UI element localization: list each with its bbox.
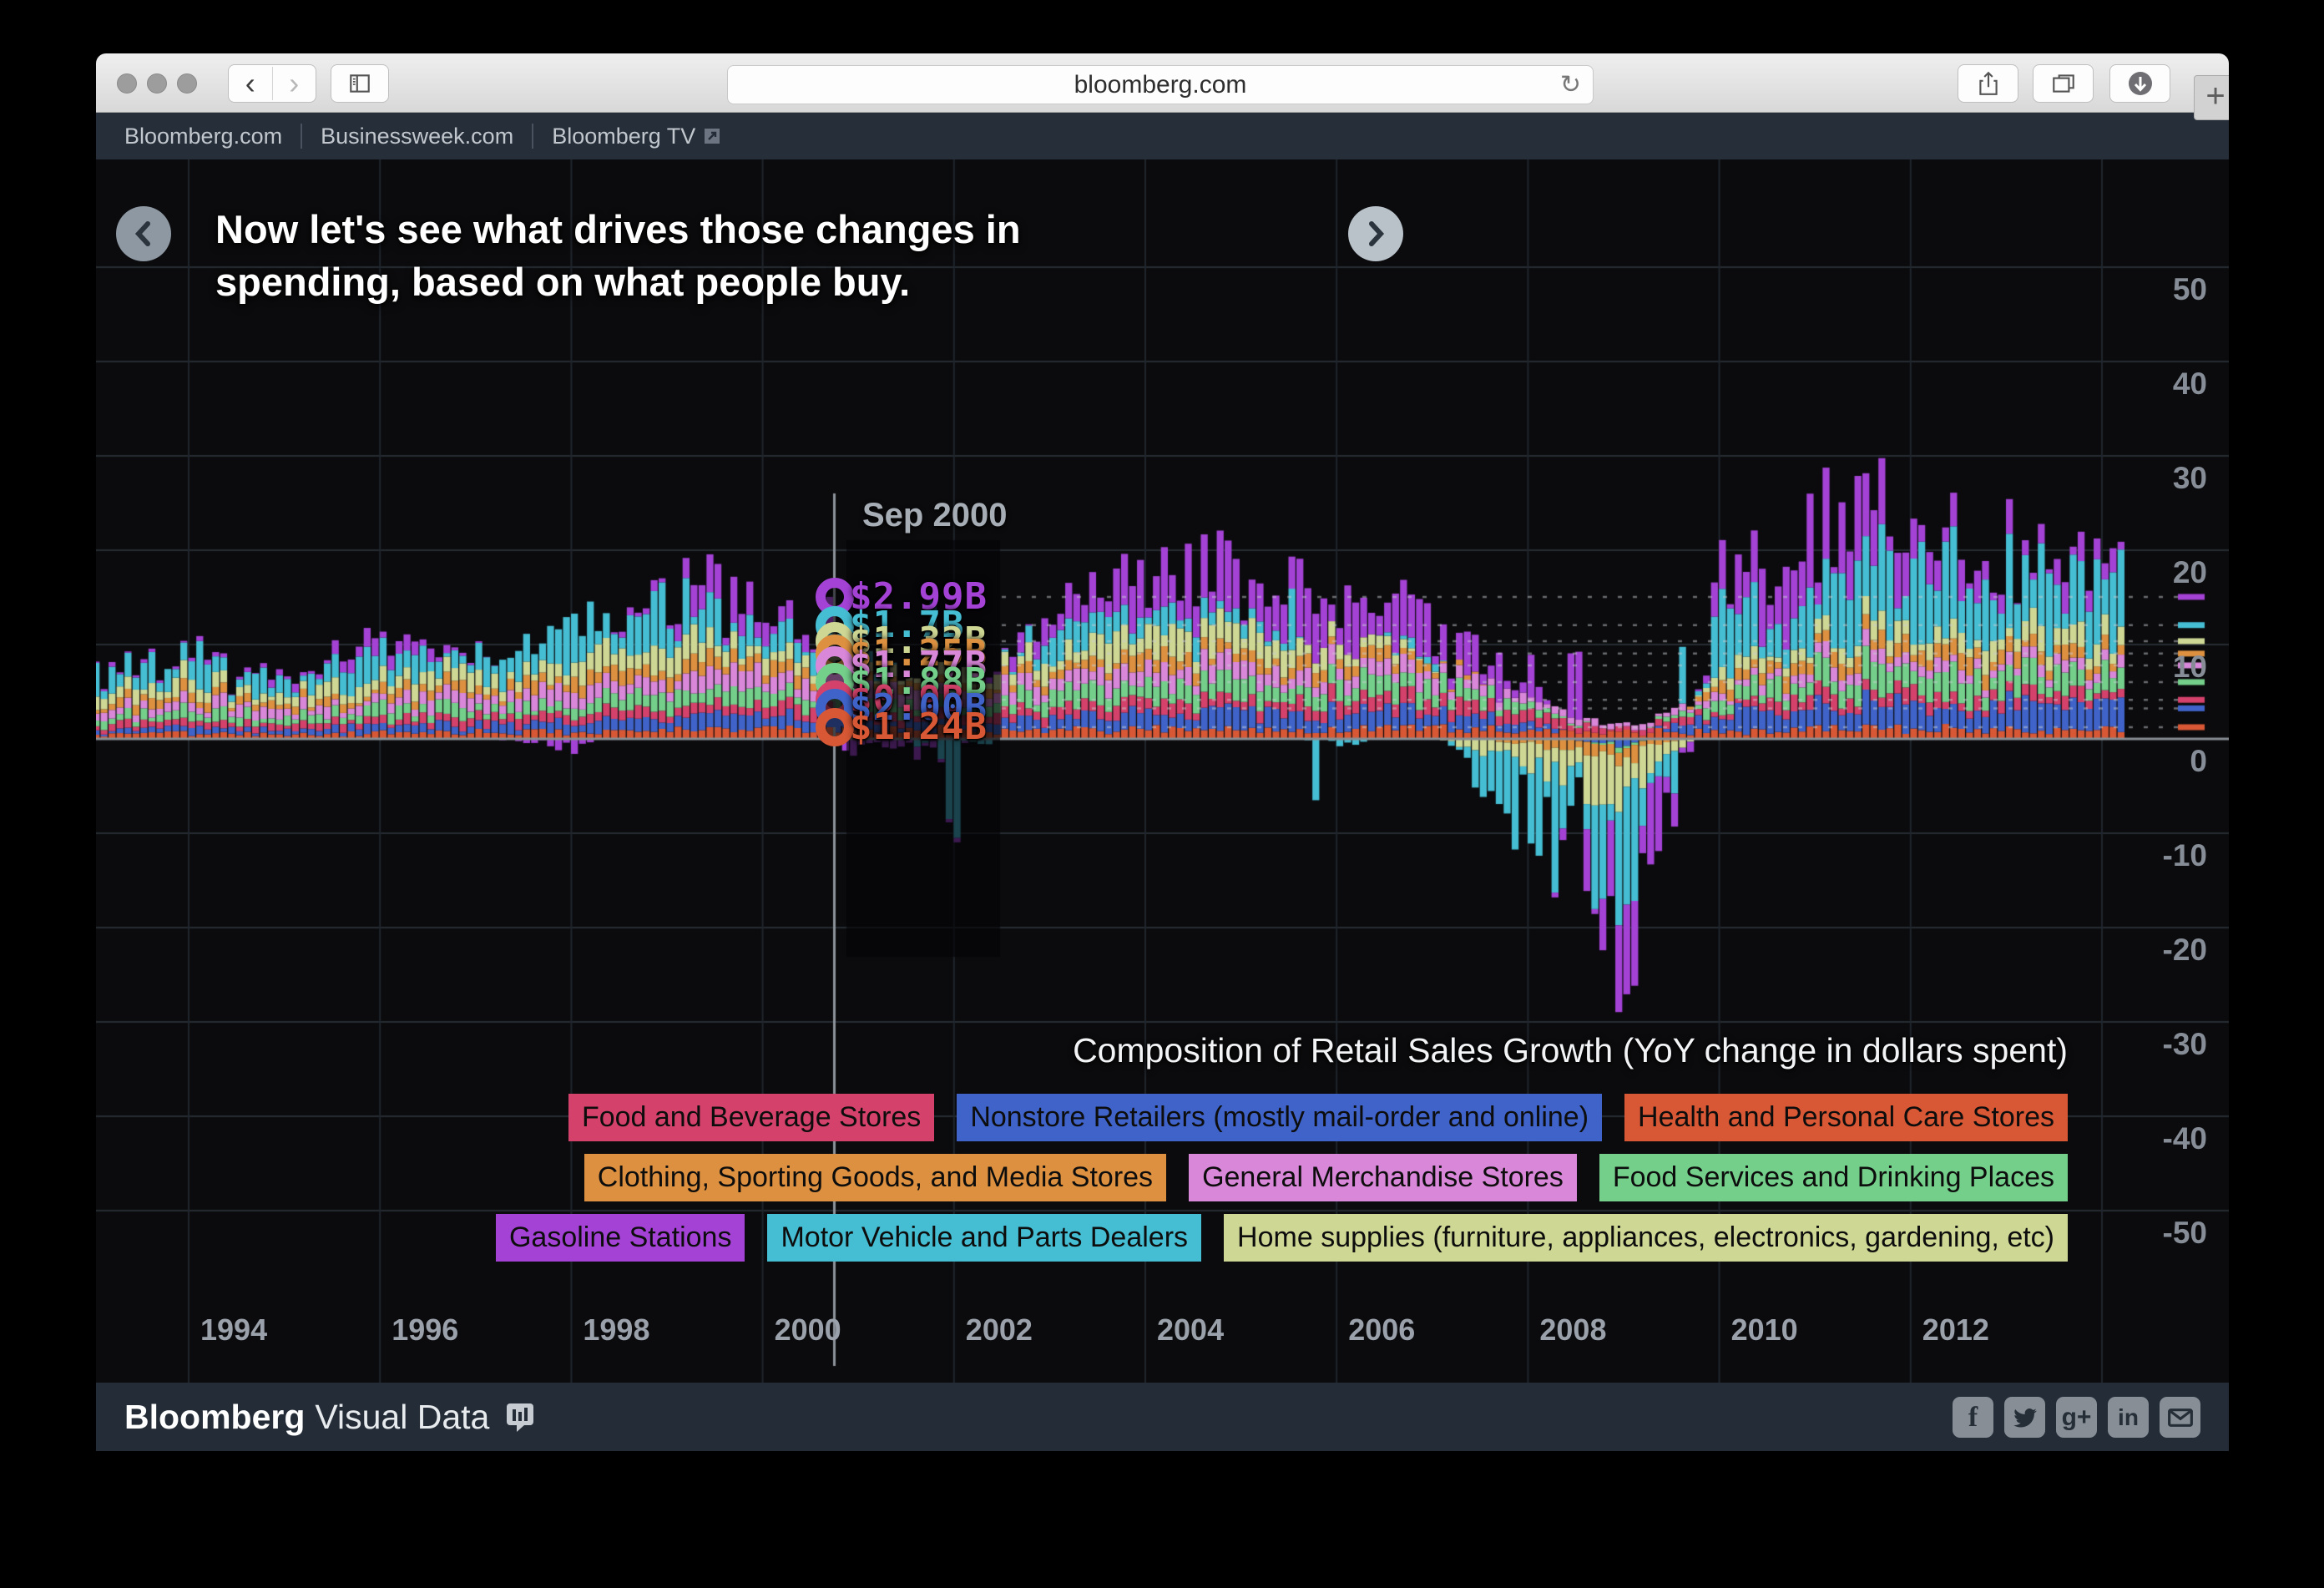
legend-chip-health-and[interactable]: Health and Personal Care Stores bbox=[1624, 1094, 2068, 1141]
tabs-icon bbox=[2050, 71, 2077, 96]
tooltip-date: Sep 2000 bbox=[862, 497, 1007, 534]
downloads-button[interactable] bbox=[2109, 64, 2170, 103]
social-links: f g+ in bbox=[1953, 1397, 2200, 1438]
x-axis-tick-label: 2008 bbox=[1539, 1312, 1606, 1348]
legend-chip-clothing-sporting[interactable]: Clothing, Sporting Goods, and Media Stor… bbox=[584, 1154, 1166, 1201]
tooltip-value-health: $1.24B bbox=[850, 705, 988, 748]
legend-chip-nonstore-retailers[interactable]: Nonstore Retailers (mostly mail-order an… bbox=[957, 1094, 1602, 1141]
y-axis-tick-label: 40 bbox=[2173, 367, 2207, 402]
y-axis-tick-label: -20 bbox=[2163, 933, 2207, 968]
bloomberg-nav-strip: Bloomberg.com Businessweek.com Bloomberg T… bbox=[96, 113, 2229, 159]
reload-icon[interactable]: ↻ bbox=[1560, 70, 1581, 99]
y-axis-tick-label: -10 bbox=[2163, 838, 2207, 873]
x-axis-tick-label: 2004 bbox=[1157, 1312, 1224, 1348]
footer-brand: Bloomberg Visual Data bbox=[124, 1398, 489, 1437]
sidebar-button[interactable] bbox=[331, 64, 389, 103]
story-headline: Now let's see what drives those changes … bbox=[215, 203, 1021, 308]
chevron-left-icon bbox=[131, 220, 156, 248]
forward-button[interactable]: › bbox=[273, 67, 316, 100]
history-nav-group: ‹ › bbox=[228, 64, 316, 103]
facebook-icon[interactable]: f bbox=[1953, 1397, 1993, 1438]
url-text: bloomberg.com bbox=[1074, 71, 1247, 99]
share-icon bbox=[1976, 70, 2001, 97]
url-bar[interactable]: bloomberg.com ↻ bbox=[727, 65, 1594, 104]
x-axis-tick-label: 2000 bbox=[775, 1312, 841, 1348]
nav-link-bloomberg-tv[interactable]: Bloomberg TV bbox=[552, 124, 695, 149]
nav-separator bbox=[301, 124, 302, 149]
nav-link-businessweek-com[interactable]: Businessweek.com bbox=[321, 124, 513, 149]
legend-chip-gasoline-stations[interactable]: Gasoline Stations bbox=[496, 1214, 745, 1262]
x-axis-tick-label: 2002 bbox=[966, 1312, 1033, 1348]
share-button[interactable] bbox=[1958, 64, 2018, 103]
x-axis-tick-label: 2006 bbox=[1348, 1312, 1415, 1348]
browser-toolbar: ‹ › bloomberg.com ↻ bbox=[96, 53, 2229, 113]
minimize-window-icon[interactable] bbox=[147, 73, 167, 94]
chevron-right-icon bbox=[1363, 220, 1388, 248]
y-axis-tick-label: -30 bbox=[2163, 1027, 2207, 1062]
zoom-window-icon[interactable] bbox=[177, 73, 197, 94]
story-headline-line1: Now let's see what drives those changes … bbox=[215, 203, 1021, 255]
twitter-icon[interactable] bbox=[2004, 1397, 2045, 1438]
new-tab-button[interactable]: + bbox=[2194, 75, 2229, 120]
legend-chip-motor-vehicle[interactable]: Motor Vehicle and Parts Dealers bbox=[767, 1214, 1201, 1262]
legend-chip-food-services[interactable]: Food Services and Drinking Places bbox=[1599, 1154, 2068, 1201]
x-axis-tick-label: 1996 bbox=[392, 1312, 458, 1348]
legend-chip-home-supplies[interactable]: Home supplies (furniture, appliances, el… bbox=[1224, 1214, 2068, 1262]
back-button[interactable]: ‹ bbox=[229, 67, 273, 100]
y-axis-tick-label: 20 bbox=[2173, 555, 2207, 590]
close-window-icon[interactable] bbox=[117, 73, 137, 94]
google-plus-icon[interactable]: g+ bbox=[2056, 1397, 2097, 1438]
y-axis-tick-label: 0 bbox=[2190, 744, 2207, 779]
comment-chart-icon bbox=[504, 1401, 538, 1434]
brand-visual-data: Visual Data bbox=[315, 1398, 489, 1436]
email-icon[interactable] bbox=[2160, 1397, 2200, 1438]
nav-link-bloomberg-com[interactable]: Bloomberg.com bbox=[124, 124, 282, 149]
chart-title: Composition of Retail Sales Growth (YoY … bbox=[1073, 1031, 2068, 1070]
linkedin-icon[interactable]: in bbox=[2108, 1397, 2149, 1438]
previous-story-button[interactable] bbox=[116, 206, 171, 261]
download-icon bbox=[2126, 69, 2155, 98]
y-axis-tick-label: -50 bbox=[2163, 1216, 2207, 1251]
y-axis-tick-label: 50 bbox=[2173, 272, 2207, 307]
browser-window: ‹ › bloomberg.com ↻ bbox=[96, 53, 2229, 1451]
x-axis-tick-label: 1998 bbox=[583, 1312, 649, 1348]
y-axis-tick-label: 30 bbox=[2173, 461, 2207, 496]
legend-chip-food-and[interactable]: Food and Beverage Stores bbox=[568, 1094, 934, 1141]
x-axis-tick-label: 1994 bbox=[200, 1312, 267, 1348]
x-axis-tick-label: 2010 bbox=[1731, 1312, 1798, 1348]
tab-overview-button[interactable] bbox=[2033, 64, 2094, 103]
legend-chip-general-merchandise[interactable]: General Merchandise Stores bbox=[1189, 1154, 1577, 1201]
brand-bloomberg: Bloomberg bbox=[124, 1398, 305, 1436]
x-axis-tick-label: 2012 bbox=[1922, 1312, 1989, 1348]
page-content: Now let's see what drives those changes … bbox=[96, 159, 2229, 1383]
legend-row: Gasoline Stations Motor Vehicle and Parts… bbox=[496, 1214, 2068, 1262]
legend-row: Food and Beverage Stores Nonstore Retaile… bbox=[568, 1094, 2068, 1141]
screenshot-root: ‹ › bloomberg.com ↻ bbox=[0, 0, 2324, 1588]
external-link-icon bbox=[704, 128, 720, 144]
sidebar-icon bbox=[347, 71, 372, 96]
y-axis-tick-label: -40 bbox=[2163, 1121, 2207, 1156]
story-headline-line2: spending, based on what people buy. bbox=[215, 255, 1021, 308]
nav-separator bbox=[532, 124, 533, 149]
tooltip-ring-health bbox=[816, 708, 854, 746]
footer-bar: Bloomberg Visual Data f g+ in bbox=[96, 1383, 2229, 1451]
next-story-button[interactable] bbox=[1348, 206, 1403, 261]
y-axis-tick-label: 10 bbox=[2173, 650, 2207, 685]
legend-row: Clothing, Sporting Goods, and Media Stor… bbox=[584, 1154, 2068, 1201]
